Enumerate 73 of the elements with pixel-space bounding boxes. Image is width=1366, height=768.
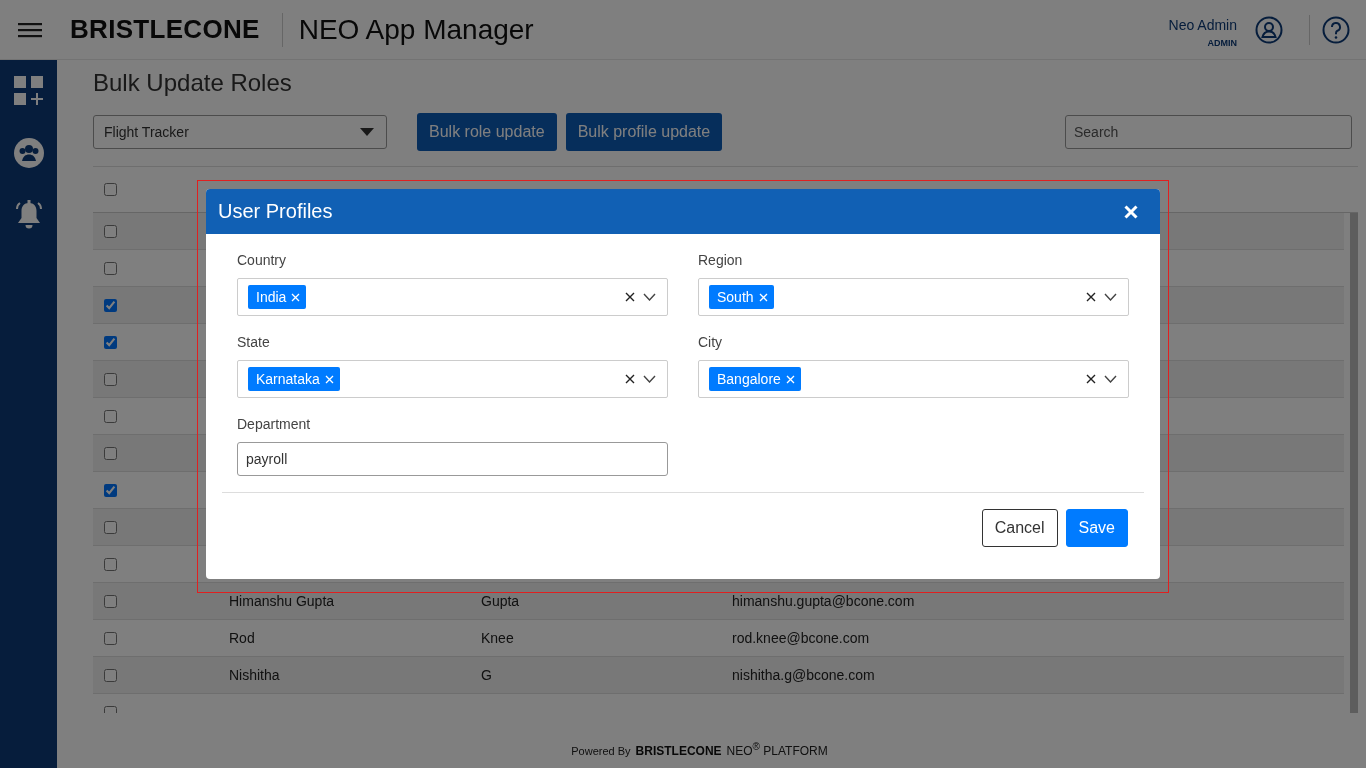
field-label: City [698, 334, 724, 350]
table-cell: Himanshu Gupta [229, 593, 335, 609]
row-checkbox[interactable] [104, 520, 117, 534]
multi-select-field[interactable]: Karnataka [237, 360, 668, 398]
menu-icon[interactable] [18, 20, 42, 39]
scrollbar[interactable] [1350, 213, 1358, 713]
app-select[interactable]: Flight Tracker [93, 115, 387, 149]
selected-tag[interactable]: Bangalore [709, 367, 801, 391]
row-checkbox[interactable] [104, 594, 117, 608]
row-checkbox[interactable] [104, 668, 117, 682]
users-icon[interactable] [13, 138, 44, 168]
field-label: Country [237, 252, 288, 268]
row-checkbox[interactable] [104, 372, 117, 386]
selected-tag[interactable]: India [248, 285, 307, 309]
row-checkbox[interactable] [104, 483, 117, 497]
row-checkbox[interactable] [104, 631, 117, 645]
row-checkbox[interactable] [104, 409, 117, 423]
selected-tag[interactable]: South [709, 285, 774, 309]
user-name: Neo Admin [1168, 17, 1237, 33]
bulk-role-update-button[interactable]: Bulk role update [417, 113, 557, 151]
clear-icon[interactable] [1086, 292, 1096, 302]
row-checkbox[interactable] [104, 298, 117, 312]
selected-tag[interactable]: Karnataka [248, 367, 340, 391]
clear-icon[interactable] [625, 292, 635, 302]
bulk-profile-update-button[interactable]: Bulk profile update [565, 113, 723, 151]
powered-by-text: Powered By [571, 745, 631, 757]
cancel-button[interactable]: Cancel [981, 509, 1058, 547]
search-field[interactable]: Search [1065, 115, 1352, 149]
apps-add-icon[interactable] [13, 76, 44, 106]
department-field[interactable]: payroll [237, 442, 668, 476]
field-label: State [237, 334, 271, 350]
close-icon[interactable] [1124, 204, 1138, 219]
table-cell: Gupta [481, 593, 520, 609]
user-role: ADMIN [1207, 38, 1237, 48]
clear-icon[interactable] [1086, 374, 1096, 384]
remove-icon[interactable] [324, 374, 334, 384]
chevron-down-icon[interactable] [1104, 293, 1117, 301]
chevron-down-icon[interactable] [1104, 375, 1117, 383]
brand-logo: BRISTLECONE [70, 14, 260, 45]
field-label: Region [698, 252, 744, 268]
table-cell: Nishitha [229, 667, 280, 683]
bell-icon[interactable] [15, 200, 42, 230]
table-cell: Knee [481, 630, 514, 646]
table-cell: Rod [229, 630, 255, 646]
table-cell: nishitha.g@bcone.com [732, 667, 875, 683]
row-checkbox[interactable] [104, 557, 117, 571]
user-icon[interactable] [1255, 15, 1283, 44]
multi-select-field[interactable]: Bangalore [698, 360, 1129, 398]
chevron-down-icon[interactable] [643, 293, 656, 301]
remove-icon[interactable] [785, 374, 795, 384]
table-cell: G [481, 667, 492, 683]
remove-icon[interactable] [758, 292, 768, 302]
save-button[interactable]: Save [1065, 509, 1128, 547]
row-checkbox[interactable] [104, 446, 117, 460]
select-all-checkbox[interactable] [104, 183, 117, 196]
row-checkbox[interactable] [104, 261, 117, 275]
platform-name: NEO$^{®}$ PLATFORM [726, 741, 828, 758]
remove-icon[interactable] [291, 292, 301, 302]
multi-select-field[interactable]: India [237, 278, 668, 316]
dialog-title: User Profiles [218, 200, 333, 223]
caret-icon [360, 128, 374, 136]
clear-icon[interactable] [625, 374, 635, 384]
table-cell: rod.knee@bcone.com [732, 630, 870, 646]
field-label: Department [237, 416, 312, 432]
help-icon[interactable] [1322, 15, 1350, 44]
page-title: Bulk Update Roles [93, 69, 293, 98]
footer-brand-logo: BRISTLECONE [635, 744, 722, 758]
chevron-down-icon[interactable] [643, 375, 656, 383]
row-checkbox[interactable] [104, 224, 117, 238]
table-cell: himanshu.gupta@bcone.com [732, 593, 915, 609]
row-checkbox[interactable] [104, 335, 117, 349]
multi-select-field[interactable]: South [698, 278, 1129, 316]
app-title: NEO App Manager [298, 13, 534, 46]
